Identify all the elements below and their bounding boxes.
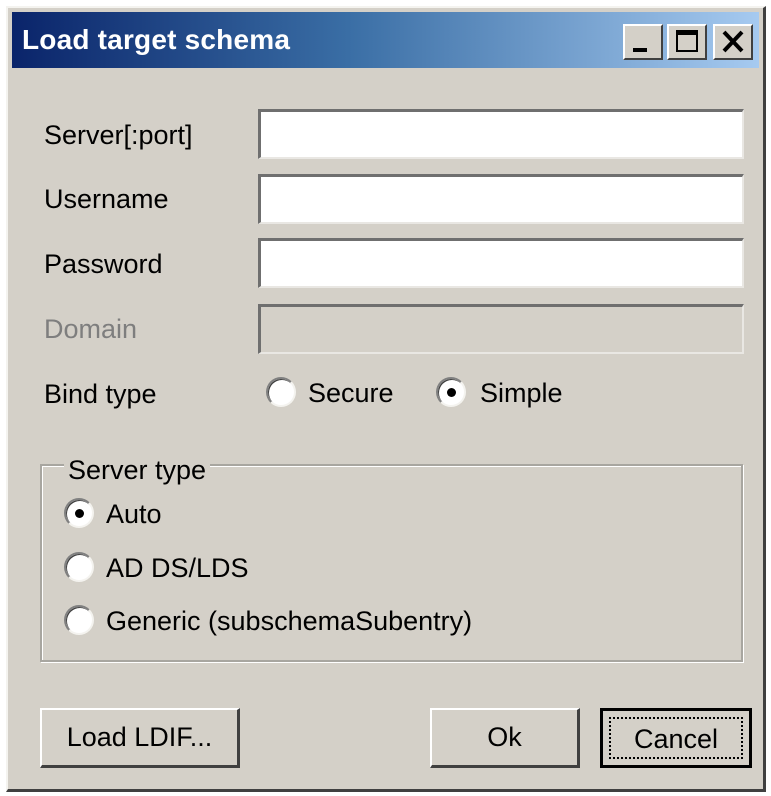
server-type-generic-radio[interactable] [64,605,94,635]
server-input[interactable] [258,109,744,159]
minimize-icon [633,48,647,52]
domain-label: Domain [44,314,138,344]
close-icon [722,30,744,53]
title-bar[interactable]: Load target schema [12,12,759,68]
bind-type-label: Bind type [44,379,157,409]
cancel-button-label: Cancel [609,717,743,759]
domain-input [258,304,744,354]
server-type-auto-label[interactable]: Auto [106,498,162,530]
server-type-adds-radio[interactable] [64,552,94,582]
ok-button[interactable]: Ok [430,708,580,768]
close-button[interactable] [713,24,753,60]
password-input[interactable] [258,238,744,288]
dialog-window: Load target schema Server[:port] Usernam… [6,6,766,792]
window-title: Load target schema [22,24,291,55]
username-input[interactable] [258,174,744,224]
server-type-auto-radio[interactable] [64,498,94,528]
bind-simple-radio[interactable] [436,377,466,407]
password-label: Password [44,249,163,279]
bind-simple-label[interactable]: Simple [480,377,563,409]
bind-secure-radio[interactable] [266,377,296,407]
username-label: Username [44,184,169,214]
radio-selected-dot [447,388,456,397]
server-type-generic-label[interactable]: Generic (subschemaSubentry) [106,605,472,637]
radio-selected-dot [75,509,84,518]
bind-secure-label[interactable]: Secure [308,377,394,409]
maximize-icon [676,30,698,52]
maximize-button[interactable] [667,24,707,60]
cancel-button[interactable]: Cancel [600,708,752,768]
load-ldif-button[interactable]: Load LDIF... [40,708,240,768]
server-type-legend: Server type [64,454,211,486]
server-label: Server[:port] [44,120,193,150]
server-type-adds-label[interactable]: AD DS/LDS [106,552,249,584]
minimize-button[interactable] [623,24,663,60]
